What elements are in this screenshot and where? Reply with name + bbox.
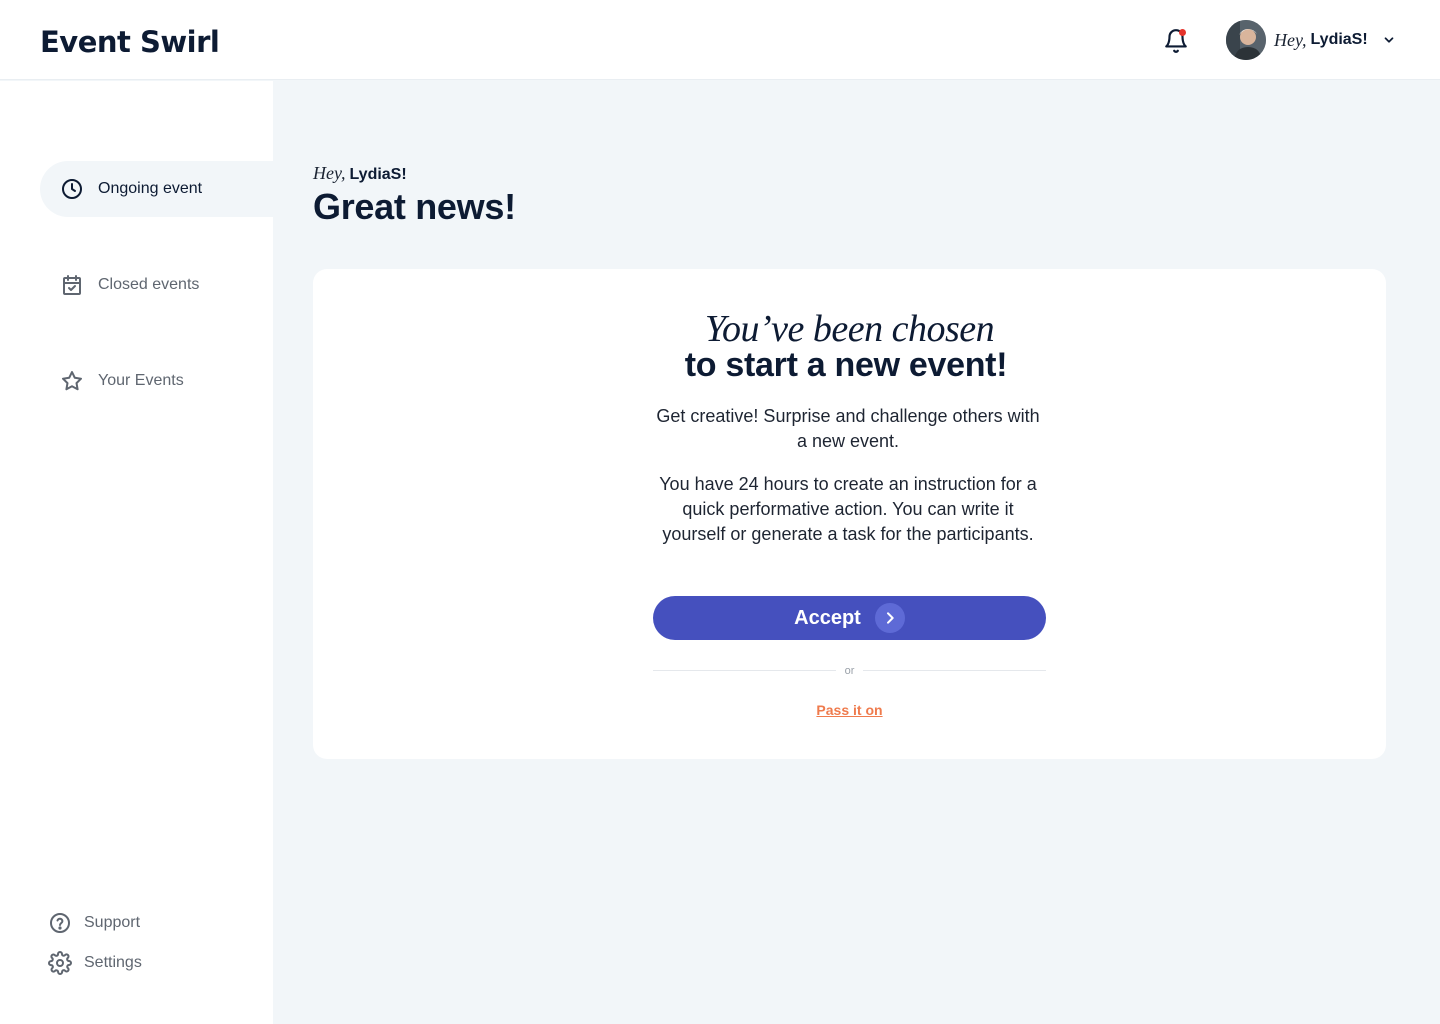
or-divider: or: [653, 664, 1046, 678]
sidebar: Ongoing event Closed events Your Events …: [0, 81, 273, 1024]
support-label: Support: [84, 914, 141, 931]
accept-button-label: Accept: [794, 606, 861, 629]
sidebar-item-your-events[interactable]: Your Events: [40, 353, 273, 409]
sidebar-item-label: Closed events: [98, 276, 200, 293]
gear-icon: [48, 951, 72, 975]
sidebar-item-closed-events[interactable]: Closed events: [40, 257, 273, 313]
page-greeting: Hey, LydiaS!: [313, 163, 407, 184]
or-label: or: [844, 665, 855, 677]
header-user-name: LydiaS!: [1310, 31, 1368, 48]
support-link[interactable]: Support: [48, 911, 140, 935]
notification-dot: [1179, 29, 1186, 36]
greeting-user-name: LydiaS!: [349, 166, 407, 183]
sidebar-item-ongoing-event[interactable]: Ongoing event: [40, 161, 273, 217]
chevron-right-icon: [874, 603, 905, 633]
pass-it-on-container: Pass it on: [313, 702, 1386, 720]
avatar: [1226, 20, 1266, 60]
page-title: Great news!: [313, 186, 516, 227]
sidebar-item-label: Ongoing event: [98, 180, 203, 197]
invitation-card: You’ve been chosen to start a new event!…: [313, 269, 1386, 759]
divider-line-right: [863, 670, 1046, 671]
card-intro-text: Get creative! Surprise and challenge oth…: [656, 406, 1040, 451]
header-greeting: Hey,: [1274, 29, 1307, 50]
star-icon: [62, 371, 82, 391]
app-logo[interactable]: Event Swirl: [40, 24, 220, 60]
card-instruction-text: You have 24 hours to create an instructi…: [659, 474, 1037, 544]
top-header: Event Swirl Hey, LydiaS!: [0, 0, 1440, 80]
greeting-hey: Hey,: [313, 163, 346, 183]
chevron-down-icon[interactable]: [1382, 33, 1396, 47]
card-headline: to start a new event!: [684, 346, 1008, 384]
help-circle-icon: [50, 913, 70, 933]
user-menu[interactable]: Hey, LydiaS!: [1226, 20, 1396, 60]
settings-link[interactable]: Settings: [48, 951, 142, 975]
calendar-check-icon: [63, 275, 81, 295]
clock-icon: [62, 179, 82, 199]
accept-button[interactable]: Accept: [653, 596, 1046, 640]
card-chosen-text: You’ve been chosen: [704, 308, 995, 350]
pass-it-on-link[interactable]: Pass it on: [816, 702, 882, 718]
sidebar-item-label: Your Events: [98, 372, 184, 389]
settings-label: Settings: [84, 954, 142, 971]
